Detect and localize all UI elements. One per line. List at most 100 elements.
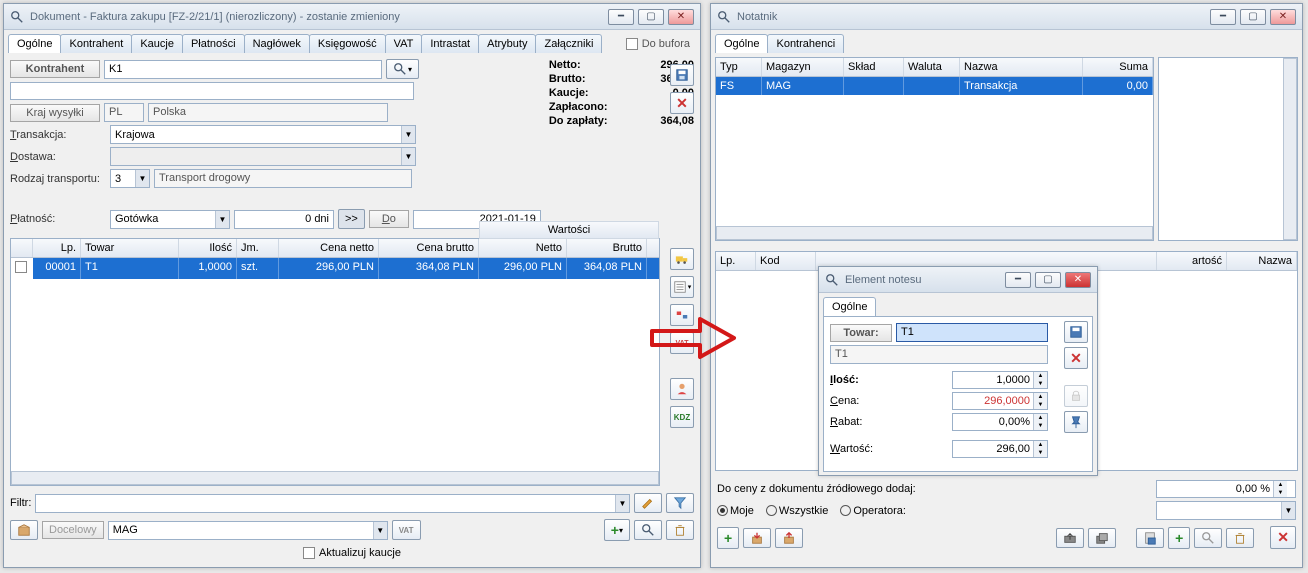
col-towar[interactable]: Towar bbox=[81, 239, 179, 257]
filtr-apply-button[interactable] bbox=[666, 493, 694, 513]
close-button[interactable]: ✕ bbox=[1270, 9, 1296, 25]
person-button[interactable] bbox=[670, 378, 694, 400]
maximize-button[interactable]: ▢ bbox=[638, 9, 664, 25]
maximize-button[interactable]: ▢ bbox=[1035, 272, 1061, 288]
col-typ[interactable]: Typ bbox=[716, 58, 762, 76]
col-wartosc[interactable]: artość bbox=[1157, 252, 1227, 270]
kdz-button[interactable]: KDZ bbox=[670, 406, 694, 428]
col-magazyn[interactable]: Magazyn bbox=[762, 58, 844, 76]
col-ilosc[interactable]: Ilość bbox=[179, 239, 237, 257]
h-scrollbar[interactable] bbox=[11, 471, 659, 485]
copy-doc-button[interactable] bbox=[1088, 528, 1116, 548]
kontrahent-search-button[interactable]: ▾ bbox=[386, 59, 419, 79]
save-button[interactable] bbox=[1064, 321, 1088, 343]
tab-vat[interactable]: VAT bbox=[385, 34, 423, 53]
cancel-button[interactable]: ✕ bbox=[670, 92, 694, 114]
towar-input[interactable]: T1 bbox=[896, 323, 1048, 342]
add-item-button[interactable]: +▾ bbox=[604, 519, 630, 541]
rodzaj-code-combo[interactable]: 3▼ bbox=[110, 169, 150, 188]
radio-wszystkie[interactable] bbox=[766, 505, 777, 516]
minimize-button[interactable]: ━ bbox=[608, 9, 634, 25]
kraj-wysylki-button[interactable]: Kraj wysyłki bbox=[10, 104, 100, 122]
vat-button[interactable]: VAT bbox=[392, 520, 421, 540]
col-lp[interactable]: Lp. bbox=[33, 239, 81, 257]
maximize-button[interactable]: ▢ bbox=[1240, 9, 1266, 25]
import-doc-button[interactable] bbox=[743, 528, 771, 548]
item-row[interactable]: 00001 T1 1,0000 szt. 296,00 PLN 364,08 P… bbox=[11, 258, 659, 279]
operator-combo[interactable]: ▼ bbox=[1156, 501, 1296, 520]
paste-item-button[interactable] bbox=[1136, 528, 1164, 548]
package-icon-button[interactable] bbox=[10, 520, 38, 540]
export-doc-button[interactable] bbox=[775, 528, 803, 548]
list-button[interactable]: ▾ bbox=[670, 276, 694, 298]
cena-input[interactable]: ▲▼ bbox=[952, 392, 1048, 410]
doc-row[interactable]: FS MAG Transakcja 0,00 bbox=[716, 77, 1153, 95]
col-nazwa[interactable]: Nazwa bbox=[960, 58, 1083, 76]
close-notatnik-button[interactable]: ✕ bbox=[1270, 526, 1296, 549]
tab-ogolne[interactable]: Ogólne bbox=[823, 297, 876, 316]
close-button[interactable]: ✕ bbox=[668, 9, 694, 25]
save-button[interactable] bbox=[670, 64, 694, 86]
add-doc-button[interactable]: + bbox=[717, 527, 739, 549]
col-cena-netto[interactable]: Cena netto bbox=[279, 239, 379, 257]
tab-kontrahenci[interactable]: Kontrahenci bbox=[767, 34, 844, 53]
aktualizuj-kaucje-checkbox[interactable] bbox=[303, 547, 315, 559]
platnosc-type[interactable]: Gotówka▼ bbox=[110, 210, 230, 229]
tab-atrybuty[interactable]: Atrybuty bbox=[478, 34, 536, 53]
tab-naglowek[interactable]: Nagłówek bbox=[244, 34, 310, 53]
tab-intrastat[interactable]: Intrastat bbox=[421, 34, 479, 53]
filtr-edit-button[interactable] bbox=[634, 493, 662, 513]
radio-moje[interactable] bbox=[717, 505, 728, 516]
col-waluta[interactable]: Waluta bbox=[904, 58, 960, 76]
kontrahent-input[interactable]: K1 bbox=[104, 60, 382, 79]
tab-ogolne[interactable]: Ogólne bbox=[8, 34, 61, 53]
add-item-button[interactable]: + bbox=[1168, 527, 1190, 549]
cancel-button[interactable]: ✕ bbox=[1064, 347, 1088, 369]
platnosc-do-button[interactable]: Do bbox=[369, 210, 409, 228]
docelowy-combo[interactable]: MAG▼ bbox=[108, 521, 388, 540]
dostawa-combo[interactable]: ▼ bbox=[110, 147, 416, 166]
h-scrollbar[interactable] bbox=[716, 226, 1153, 240]
col-w-brutto[interactable]: Brutto bbox=[567, 239, 647, 257]
filtr-combo[interactable]: ▼ bbox=[35, 494, 630, 513]
col-kod[interactable]: Kod bbox=[756, 252, 816, 270]
rabat-input[interactable]: ▲▼ bbox=[952, 413, 1048, 431]
transakcja-combo[interactable]: Krajowa▼ bbox=[110, 125, 416, 144]
radio-operatora[interactable] bbox=[840, 505, 851, 516]
tab-platnosci[interactable]: Płatności bbox=[182, 34, 245, 53]
close-button[interactable]: ✕ bbox=[1065, 272, 1091, 288]
col-cena-brutto[interactable]: Cena brutto bbox=[379, 239, 479, 257]
find-item-button[interactable] bbox=[1194, 528, 1222, 548]
kontrahent-name-input[interactable] bbox=[10, 82, 414, 100]
delete-item-button[interactable] bbox=[1226, 528, 1254, 548]
col-suma[interactable]: Suma bbox=[1083, 58, 1153, 76]
platnosc-next-button[interactable]: >> bbox=[338, 209, 365, 229]
kontrahent-button[interactable]: Kontrahent bbox=[10, 60, 100, 78]
minimize-button[interactable]: ━ bbox=[1005, 272, 1031, 288]
col-jm[interactable]: Jm. bbox=[237, 239, 279, 257]
minimize-button[interactable]: ━ bbox=[1210, 9, 1236, 25]
tab-kaucje[interactable]: Kaucje bbox=[131, 34, 183, 53]
close-doc-button[interactable] bbox=[1056, 528, 1084, 548]
wartosc-input[interactable]: ▲▼ bbox=[952, 440, 1048, 458]
v-scrollbar[interactable] bbox=[1283, 58, 1297, 240]
do-bufora-checkbox[interactable] bbox=[626, 38, 638, 50]
tab-ogolne[interactable]: Ogólne bbox=[715, 34, 768, 53]
tab-ksiegowosc[interactable]: Księgowość bbox=[309, 34, 386, 53]
tab-zalaczniki[interactable]: Załączniki bbox=[535, 34, 602, 53]
ilosc-input[interactable]: ▲▼ bbox=[952, 371, 1048, 389]
col-nazwa[interactable]: Nazwa bbox=[1227, 252, 1297, 270]
tab-kontrahent[interactable]: Kontrahent bbox=[60, 34, 132, 53]
row-checkbox[interactable] bbox=[15, 261, 27, 273]
platnosc-days[interactable]: 0 dni bbox=[234, 210, 334, 229]
percent-input[interactable]: ▲▼ bbox=[1156, 480, 1296, 498]
lock-button[interactable] bbox=[1064, 385, 1088, 407]
truck-button[interactable] bbox=[670, 248, 694, 270]
towar-button[interactable]: Towar: bbox=[830, 324, 892, 342]
docelowy-button[interactable]: Docelowy bbox=[42, 521, 104, 539]
col-w-netto[interactable]: Netto bbox=[479, 239, 567, 257]
col-sklad[interactable]: Skład bbox=[844, 58, 904, 76]
delete-item-button[interactable] bbox=[666, 520, 694, 540]
col-lp[interactable]: Lp. bbox=[716, 252, 756, 270]
pin-button[interactable] bbox=[1064, 411, 1088, 433]
